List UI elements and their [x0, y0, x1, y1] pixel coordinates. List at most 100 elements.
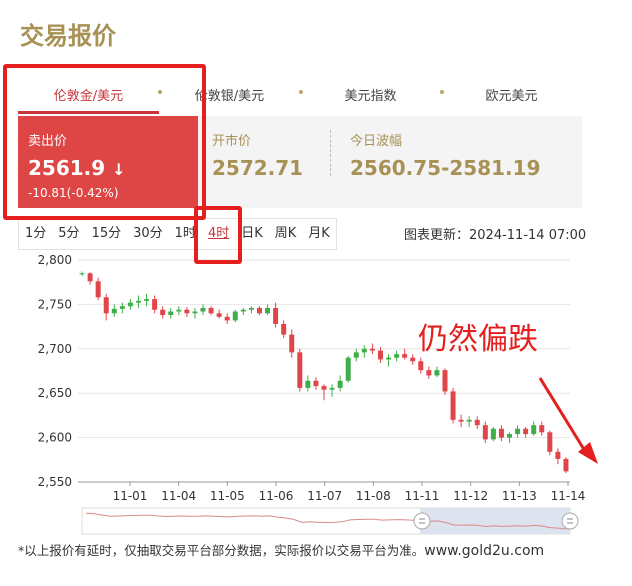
candle-body: [442, 370, 448, 392]
x-tick-label: 11-11: [405, 489, 440, 503]
candle-body: [515, 428, 521, 435]
navigator-handle[interactable]: [413, 512, 431, 530]
chart-updated: 图表更新：2024-11-14 07:00: [404, 224, 586, 243]
candle-body: [160, 309, 166, 316]
candle-body: [555, 451, 561, 459]
candle-body: [200, 307, 206, 312]
candle-body: [168, 311, 174, 316]
candle-body: [248, 307, 254, 310]
x-tick-label: 11-08: [356, 489, 391, 503]
candlestick-chart[interactable]: 2,800 2,750 2,700 2,650 2,600 2,550 11-01 11-04…: [0, 250, 632, 540]
navigator-handle[interactable]: [561, 512, 579, 530]
open-price-box: 开市价 2572.71: [212, 116, 342, 208]
candle-body: [119, 306, 125, 309]
period-30min[interactable]: 30分: [127, 219, 169, 249]
candle-body: [297, 352, 303, 388]
candle-body: [265, 307, 271, 314]
x-tick-label: 11-14: [551, 489, 586, 503]
y-tick-label: 2,650: [38, 386, 72, 400]
disclaimer-text: *以上报价有延时，仅抽取交易平台部分数据，实际报价以交易平台为准。: [18, 543, 425, 558]
candle-body: [482, 425, 488, 440]
x-tick-label: 11-07: [307, 489, 342, 503]
annotation-text: 仍然偏跌: [418, 322, 538, 357]
candle-body: [369, 348, 375, 351]
navigator-selection: [420, 508, 570, 534]
highlight-box-period: [194, 206, 242, 264]
candle-body: [216, 313, 222, 317]
candle-body: [127, 302, 133, 307]
tab-label: 欧元美元: [485, 88, 538, 104]
x-tick-label: 11-01: [113, 489, 148, 503]
candle-body: [474, 419, 480, 426]
candle-body: [224, 316, 230, 321]
y-tick-label: 2,700: [38, 342, 72, 356]
candle-body: [281, 323, 287, 335]
candle-body: [95, 281, 101, 298]
candle-body: [103, 297, 109, 314]
candle-body: [563, 458, 569, 472]
candle-body: [232, 311, 238, 321]
candle-body: [329, 387, 335, 390]
chart-updated-time: 2024-11-14 07:00: [469, 228, 587, 243]
tab-dollar-index[interactable]: 美元指数: [300, 74, 444, 114]
candle-body: [547, 432, 553, 452]
candle-body: [386, 357, 392, 360]
period-selector: 1分 5分 15分 30分 1时 4时 日K 周K 月K: [18, 218, 337, 250]
candle-body: [337, 380, 343, 388]
candle-body: [240, 309, 246, 312]
candle-body: [377, 350, 383, 360]
candle-body: [345, 357, 351, 381]
y-tick-label: 2,800: [38, 253, 72, 267]
candle-body: [466, 419, 472, 422]
open-price-value: 2572.71: [212, 156, 304, 180]
candle-body: [208, 307, 214, 314]
period-week[interactable]: 周K: [269, 219, 303, 249]
candle-body: [523, 428, 529, 435]
candle-body: [531, 425, 537, 435]
candle-body: [111, 308, 117, 314]
open-price-label: 开市价: [212, 134, 252, 149]
y-tick-label: 2,550: [38, 475, 72, 489]
tab-label: 美元指数: [344, 88, 397, 104]
candle-body: [394, 354, 400, 358]
period-15min[interactable]: 15分: [86, 219, 128, 249]
period-5min[interactable]: 5分: [52, 219, 85, 249]
candle-body: [184, 309, 190, 314]
candle-body: [450, 391, 456, 420]
x-tick-label: 11-06: [259, 489, 294, 503]
period-month[interactable]: 月K: [302, 219, 336, 249]
candle-body: [305, 380, 311, 388]
tab-eur-usd[interactable]: 欧元美元: [441, 74, 582, 114]
candle-body: [361, 348, 367, 353]
candle-body: [353, 352, 359, 358]
quote-divider: [330, 130, 331, 176]
candle-body: [458, 419, 464, 422]
y-tick-label: 2,750: [38, 297, 72, 311]
page-title: 交易报价: [20, 22, 116, 50]
candle-body: [313, 380, 319, 387]
candle-body: [256, 307, 262, 314]
candle-body: [152, 299, 158, 310]
candle-body: [418, 361, 424, 371]
candle-body: [402, 354, 408, 358]
candle-body: [490, 428, 496, 440]
candle-body: [79, 273, 85, 275]
day-range-label: 今日波幅: [350, 134, 403, 149]
annotation-arrow-line: [538, 377, 590, 457]
candle-body: [426, 370, 432, 376]
candle-body: [192, 311, 198, 314]
candle-body: [321, 386, 327, 390]
candle-body: [539, 425, 545, 433]
candle-body: [507, 434, 513, 438]
x-tick-label: 11-04: [161, 489, 196, 503]
x-tick-label: 11-13: [502, 489, 537, 503]
x-tick-label: 11-05: [210, 489, 245, 503]
highlight-box-tab: [3, 64, 206, 220]
period-1min[interactable]: 1分: [19, 219, 52, 249]
candle-body: [273, 307, 279, 324]
disclaimer: *以上报价有延时，仅抽取交易平台部分数据，实际报价以交易平台为准。www.gol…: [18, 540, 544, 559]
site-url: www.gold2u.com: [424, 543, 545, 559]
x-tick-label: 11-12: [453, 489, 488, 503]
candle-body: [87, 273, 93, 282]
candle-body: [410, 357, 416, 362]
